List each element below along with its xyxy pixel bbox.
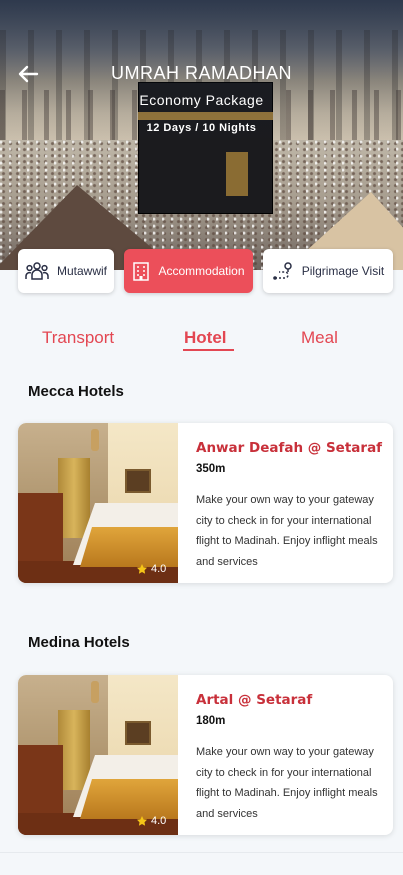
hotel-rating: 4.0 (136, 815, 166, 827)
star-icon (137, 816, 147, 826)
group-icon (25, 262, 49, 280)
tab-mutawwif-label: Mutawwif (56, 264, 107, 278)
divider (0, 852, 403, 853)
package-title: UMRAH RAMADHAN (110, 63, 292, 83)
tab-pilgrimage-visit-label: Pilgrimage Visit (301, 264, 385, 278)
hotel-rating: 4.0 (136, 563, 166, 575)
hotel-description: Make your own way to your gateway city t… (196, 494, 378, 568)
subtab-meal[interactable]: Meal (301, 328, 338, 348)
hotel-rating-value: 4.0 (151, 815, 167, 827)
star-icon (137, 564, 147, 574)
package-duration: 12 Days / 10 Nights (146, 122, 257, 134)
hotel-distance: 350m (196, 463, 226, 475)
subtab-hotel[interactable]: Hotel (184, 328, 227, 348)
tab-accommodation-label: Accommodation (158, 264, 245, 278)
package-subtitle: Economy Package (139, 92, 264, 108)
tab-pilgrimage-visit[interactable]: Pilgrimage Visit (263, 249, 393, 293)
hotel-rating-value: 4.0 (151, 563, 167, 575)
hotel-photo: 4.0 (18, 675, 178, 835)
route-icon (272, 262, 292, 280)
hotel-name: Anwar Deafah @ Setaraf (196, 440, 383, 456)
building-icon (133, 262, 150, 281)
subtab-active-indicator (183, 349, 234, 351)
hero-banner (0, 0, 403, 270)
subtab-transport[interactable]: Transport (42, 328, 114, 348)
section-title-medina: Medina Hotels (28, 634, 130, 651)
tab-accommodation[interactable]: Accommodation (124, 249, 253, 293)
hotel-description: Make your own way to your gateway city t… (196, 746, 378, 820)
hotel-name: Artal @ Setaraf (196, 692, 313, 708)
hotel-distance: 180m (196, 715, 226, 727)
hotel-card[interactable]: 4.0 Anwar Deafah @ Setaraf 350m Make you… (18, 423, 393, 583)
section-title-mecca: Mecca Hotels (28, 383, 124, 400)
tab-mutawwif[interactable]: Mutawwif (18, 249, 114, 293)
hotel-card[interactable]: 4.0 Artal @ Setaraf 180m Make your own w… (18, 675, 393, 835)
hotel-photo: 4.0 (18, 423, 178, 583)
